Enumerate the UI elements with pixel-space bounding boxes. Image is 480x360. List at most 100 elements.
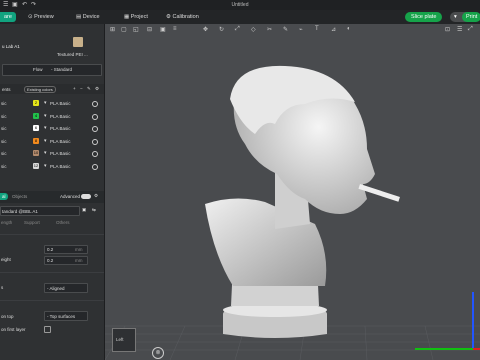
printer-name[interactable]: u Lab A1	[2, 44, 20, 49]
filament-type-select[interactable]: PLA Basic	[50, 126, 71, 131]
calibration-icon: ⚙	[166, 14, 171, 20]
reset-view-icon[interactable]: ⊗	[152, 347, 164, 359]
filament-color-swatch[interactable]: 12	[33, 162, 39, 169]
objects-toggle[interactable]: Objects	[12, 194, 27, 199]
tab-strength[interactable]: ength	[1, 220, 12, 225]
measure-icon[interactable]: ⊿	[331, 26, 336, 33]
seam-paint-icon[interactable]: ⌁	[299, 26, 303, 33]
flow-label: Flow	[33, 67, 43, 72]
filament-row[interactable]: sic 6 ▾ PLA Basic	[0, 124, 104, 134]
tab-support[interactable]: Support	[24, 220, 40, 225]
slice-plate-button[interactable]: Slice plate	[405, 12, 443, 22]
add-filament-icon[interactable]: +	[73, 86, 76, 91]
add-object-icon[interactable]: ⊞	[110, 26, 115, 33]
process-preset-select[interactable]: tandard @BBL A1	[0, 206, 80, 216]
chevron-down-icon[interactable]: ▾	[44, 113, 47, 119]
chevron-down-icon[interactable]: ▾	[44, 100, 47, 106]
seam-position-select[interactable]: - Aligned	[44, 283, 88, 293]
global-toggle[interactable]: al	[0, 193, 8, 200]
existing-colors-button[interactable]: Existing colors	[24, 86, 56, 93]
filament-row[interactable]: sic 4 ▾ PLA Basic	[0, 112, 104, 122]
filament-edit-icon[interactable]	[92, 151, 98, 157]
filament-color-swatch[interactable]: 8	[33, 137, 39, 144]
lay-on-face-icon[interactable]: ◇	[251, 26, 256, 33]
layer-height-input[interactable]: 0.2 mm	[44, 245, 88, 254]
filament-color-swatch[interactable]: 10	[33, 150, 39, 156]
viewport-scene	[105, 65, 480, 360]
chevron-down-icon[interactable]: ▾	[44, 138, 47, 144]
tab-calibration[interactable]: ⚙ Calibration	[166, 12, 199, 22]
compare-preset-icon[interactable]: ⇆	[92, 207, 96, 213]
layers-icon[interactable]: ≡	[173, 26, 177, 32]
ironing-top-select[interactable]: - Top surfaces	[44, 311, 88, 321]
viewport-toolbar: ⊞ ▢ ◱ ⊟ ▣ ≡ ✥ ↻ ⤢ ◇ ✂ ✎ ⌁ T ⊿ ◐ ⊡ ☰ ⤢	[105, 24, 480, 36]
add-plate-icon[interactable]: ▢	[121, 26, 127, 33]
advanced-label: Advanced	[60, 194, 81, 199]
filament-edit-icon[interactable]	[92, 101, 98, 107]
process-settings-icon[interactable]: ⚙	[94, 193, 98, 199]
rotate-icon[interactable]: ↻	[219, 26, 224, 33]
orient-icon[interactable]: ◱	[133, 26, 139, 33]
plate-thumbnail[interactable]: Left	[112, 328, 136, 352]
tab-device[interactable]: ▤ Device	[76, 12, 100, 22]
scale-icon[interactable]: ⤢	[235, 26, 240, 33]
flow-value: Standard	[53, 67, 73, 72]
filament-color-swatch[interactable]: 6	[33, 125, 39, 131]
process-header: al Objects Advanced ⚙	[0, 191, 104, 203]
model-bust[interactable]	[205, 65, 400, 338]
filament-type-select[interactable]: PLA Basic	[50, 164, 71, 169]
initial-layer-height-input[interactable]: 0.2 mm	[44, 256, 88, 265]
split-icon[interactable]: ▣	[160, 26, 166, 33]
support-paint-icon[interactable]: ✎	[283, 26, 288, 33]
save-preset-icon[interactable]: ▣	[82, 207, 86, 213]
filament-type-select[interactable]: PLA Basic	[50, 101, 71, 106]
move-icon[interactable]: ✥	[203, 26, 208, 33]
plate-icon[interactable]	[73, 37, 83, 47]
collapse-icon[interactable]: ☰	[457, 26, 462, 33]
ironing-first-layer-checkbox[interactable]	[44, 326, 51, 333]
fullscreen-icon[interactable]: ⤢	[468, 26, 473, 33]
view-icon[interactable]: ⊡	[445, 26, 450, 33]
process-preset-name: tandard @BBL A1	[2, 208, 38, 214]
tab-preview[interactable]: ⊙ Preview	[28, 12, 54, 22]
text-tool-icon[interactable]: T	[315, 26, 319, 32]
filament-type-select[interactable]: PLA Basic	[50, 151, 71, 156]
filament-color-swatch[interactable]: 2	[33, 100, 39, 106]
chevron-down-icon[interactable]: ▾	[44, 125, 47, 131]
seam-position-label: s	[1, 285, 4, 290]
color-paint-icon[interactable]: ◐	[347, 26, 351, 32]
filament-row[interactable]: sic 2 ▾ PLA Basic	[0, 99, 104, 109]
filament-edit-icon[interactable]	[92, 163, 98, 170]
chevron-down-icon[interactable]: ▾	[44, 150, 47, 156]
chevron-down-icon[interactable]: ▾	[44, 163, 47, 169]
filament-settings-icon[interactable]: ⚙	[95, 86, 99, 92]
cut-icon[interactable]: ✂	[267, 26, 272, 33]
arrange-icon[interactable]: ⊟	[147, 26, 152, 33]
divider	[0, 300, 104, 301]
print-plate-button[interactable]: Print	[462, 12, 480, 22]
edit-filament-icon[interactable]: ✎	[87, 86, 91, 92]
filament-type-select[interactable]: PLA Basic	[50, 114, 71, 119]
remove-filament-icon[interactable]: −	[80, 86, 83, 91]
settings-sidebar: u Lab A1 Textured PEI ... Flow - Standar…	[0, 24, 105, 360]
flow-select[interactable]: Flow - Standard	[2, 64, 102, 76]
tab-others[interactable]: Others	[56, 220, 70, 225]
filament-edit-icon[interactable]	[92, 113, 98, 120]
3d-viewport[interactable]: ⊞ ▢ ◱ ⊟ ▣ ≡ ✥ ↻ ⤢ ◇ ✂ ✎ ⌁ T ⊿ ◐ ⊡ ☰ ⤢ Le…	[105, 24, 480, 360]
initial-layer-height-value: 0.2	[47, 258, 54, 263]
advanced-toggle[interactable]	[81, 194, 91, 199]
tab-prepare[interactable]: are	[0, 12, 16, 22]
filament-edit-icon[interactable]	[92, 126, 98, 132]
filament-edit-icon[interactable]	[92, 138, 98, 145]
filament-row[interactable]: sic 12 ▾ PLA Basic	[0, 162, 104, 172]
filament-row[interactable]: sic 8 ▾ PLA Basic	[0, 137, 104, 147]
plate-type[interactable]: Textured PEI ...	[57, 52, 88, 57]
filament-left-label: sic	[1, 126, 7, 131]
filament-color-swatch[interactable]: 4	[33, 112, 39, 119]
window-title: Untitled	[231, 2, 249, 8]
printer-section: u Lab A1 Textured PEI ...	[0, 32, 104, 58]
filament-row[interactable]: sic 10 ▾ PLA Basic	[0, 149, 104, 159]
filament-type-select[interactable]: PLA Basic	[50, 139, 71, 144]
filament-left-label: sic	[1, 163, 7, 169]
tab-project[interactable]: ▦ Project	[124, 12, 148, 22]
